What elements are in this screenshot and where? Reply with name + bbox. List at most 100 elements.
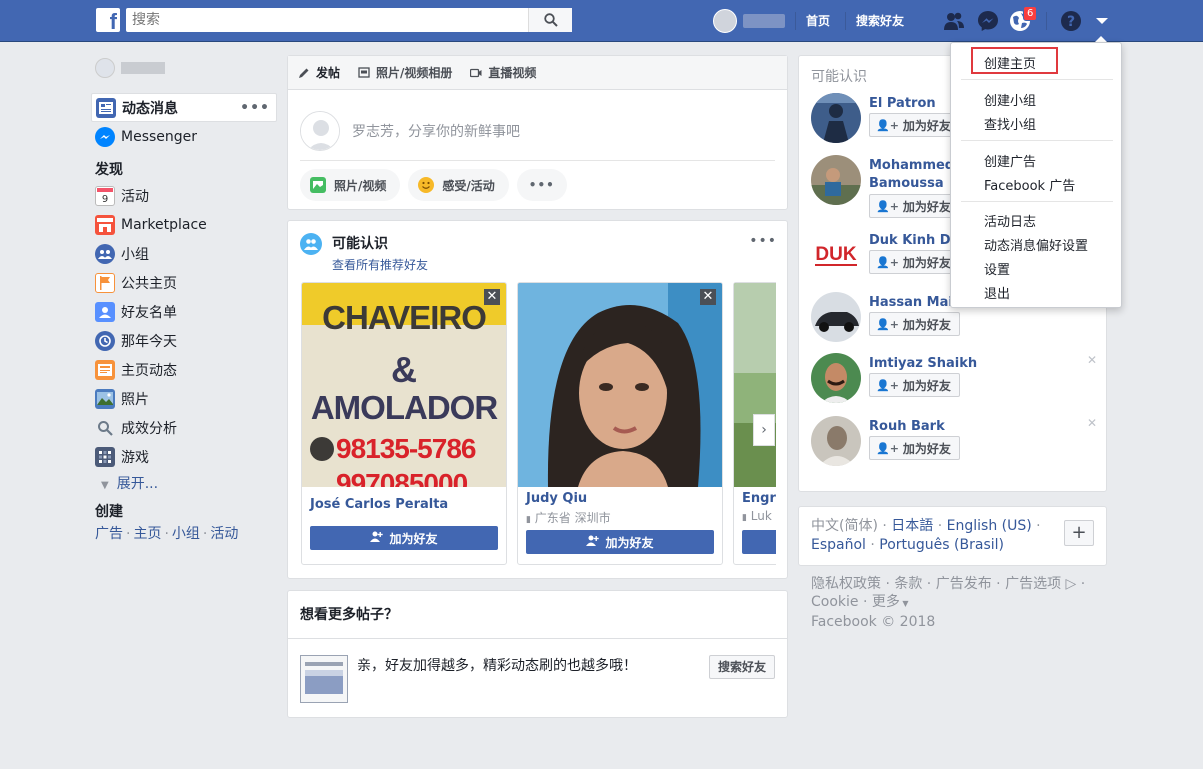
profile-photo[interactable]: CHAVEIRO & AMOLADOR 98135-5786 997085000…: [302, 283, 506, 487]
menu-item-create-ad[interactable]: 创建广告: [984, 151, 1036, 170]
footer-link[interactable]: 广告发布: [936, 576, 992, 592]
sidebar-item-pages[interactable]: 公共主页: [91, 268, 277, 297]
avatar[interactable]: [811, 292, 861, 342]
menu-item-settings[interactable]: 设置: [984, 259, 1010, 278]
ad-choices-icon[interactable]: ▷: [1061, 576, 1081, 592]
search-box: [126, 8, 572, 32]
close-icon[interactable]: ✕: [1087, 416, 1097, 430]
person-name[interactable]: Hassan Mai: [869, 294, 953, 312]
footer-link[interactable]: 更多: [872, 594, 900, 610]
facebook-logo[interactable]: f: [96, 8, 120, 32]
location-text: ▮ 广东省 深圳市: [526, 509, 611, 526]
create-group-link[interactable]: 小组: [172, 526, 200, 542]
avatar[interactable]: [811, 93, 861, 143]
add-friend-button[interactable]: 加为好友: [526, 530, 714, 554]
menu-item-log-out[interactable]: 退出: [984, 283, 1010, 302]
photo-text: 997085000: [336, 468, 468, 487]
home-link[interactable]: 首页: [806, 12, 830, 29]
sidebar-item-groups[interactable]: 小组: [91, 239, 277, 268]
sidebar-item-news-feed[interactable]: 动态消息 •••: [91, 93, 277, 122]
close-icon[interactable]: ✕: [700, 289, 716, 305]
sidebar-profile[interactable]: [91, 55, 277, 81]
sidebar-item-pages-feed[interactable]: 主页动态: [91, 355, 277, 384]
profile-photo[interactable]: [734, 283, 776, 487]
find-friends-link[interactable]: 搜索好友: [856, 12, 904, 29]
add-friend-button[interactable]: 👤+ 加为好友: [869, 373, 960, 397]
avatar[interactable]: [811, 416, 861, 466]
add-friend-button[interactable]: 👤+ 加为好友: [869, 113, 960, 137]
person-name[interactable]: José Carlos Peralta: [310, 497, 448, 512]
smiley-icon: [418, 177, 435, 193]
more-options-button[interactable]: •••: [516, 169, 567, 201]
messenger-icon[interactable]: [976, 9, 1000, 33]
footer-link[interactable]: 条款: [894, 576, 922, 592]
menu-item-find-groups[interactable]: 查找小组: [984, 114, 1036, 133]
sidebar-item-messenger[interactable]: Messenger: [91, 122, 277, 151]
sidebar-item-insights[interactable]: 成效分析: [91, 413, 277, 442]
add-friend-button[interactable]: [742, 530, 776, 554]
sidebar-item-photos[interactable]: 照片: [91, 384, 277, 413]
composer-tabs: 发帖 照片/视频相册 直播视频: [288, 56, 787, 90]
add-friend-button[interactable]: 👤+ 加为好友: [869, 436, 960, 460]
menu-item-facebook-ads[interactable]: Facebook 广告: [984, 175, 1075, 194]
add-friend-button[interactable]: 👤+ 加为好友: [869, 250, 960, 274]
language-link[interactable]: English (US): [947, 518, 1032, 534]
pages-feed-icon: [95, 359, 115, 380]
tab-post[interactable]: 发帖: [298, 64, 340, 81]
sidebar-item-friend-lists[interactable]: 好友名单: [91, 297, 277, 326]
create-page-link[interactable]: 主页: [133, 526, 161, 542]
create-ad-link[interactable]: 广告: [95, 526, 123, 542]
button-label: 加为好友: [902, 317, 951, 332]
menu-item-create-group[interactable]: 创建小组: [984, 90, 1036, 109]
photo-video-button[interactable]: 照片/视频: [300, 169, 401, 201]
person-name[interactable]: Imtiyaz Shaikh: [869, 355, 977, 373]
add-friend-button[interactable]: 加为好友: [310, 526, 498, 550]
footer-link[interactable]: 隐私权政策: [811, 576, 881, 592]
dropdown-arrow-icon[interactable]: [1090, 9, 1114, 33]
footer-link[interactable]: 广告选项: [1005, 576, 1061, 592]
tab-photo-album[interactable]: 照片/视频相册: [358, 64, 452, 81]
more-options-icon[interactable]: •••: [240, 100, 270, 116]
sidebar-item-on-this-day[interactable]: 那年今天: [91, 326, 277, 355]
close-icon[interactable]: ✕: [1087, 353, 1097, 367]
close-icon[interactable]: ✕: [484, 289, 500, 305]
add-friend-button[interactable]: 👤+ 加为好友: [869, 312, 960, 336]
friend-requests-icon[interactable]: [942, 9, 966, 33]
help-icon[interactable]: ?: [1059, 9, 1083, 33]
language-link[interactable]: Português (Brasil): [879, 537, 1004, 553]
see-all-link[interactable]: 查看所有推荐好友: [332, 256, 428, 273]
language-link[interactable]: Español: [811, 537, 866, 553]
sidebar-item-events[interactable]: 9 活动: [91, 181, 277, 210]
person-name[interactable]: Rouh Bark: [869, 418, 945, 436]
feeling-activity-button[interactable]: 感受/活动: [408, 169, 509, 201]
profile-link[interactable]: [713, 9, 785, 33]
person-name[interactable]: Judy Qiu: [526, 491, 587, 506]
avatar: [300, 111, 340, 151]
find-friends-button[interactable]: 搜索好友: [708, 655, 775, 679]
create-event-link[interactable]: 活动: [210, 526, 238, 542]
add-friend-button[interactable]: 👤+ 加为好友: [869, 194, 960, 218]
button-label: 加为好友: [605, 535, 654, 550]
person-name[interactable]: Duk Kinh Do: [869, 232, 960, 250]
search-button[interactable]: [528, 8, 572, 32]
footer-link[interactable]: Cookie: [811, 594, 859, 610]
language-link[interactable]: 日本語: [891, 518, 933, 534]
sidebar-item-marketplace[interactable]: Marketplace: [91, 210, 277, 239]
avatar[interactable]: [811, 353, 861, 403]
avatar[interactable]: DUK: [811, 230, 861, 280]
more-options-icon[interactable]: •••: [749, 233, 777, 249]
person-name[interactable]: El Patron: [869, 95, 936, 113]
composer-placeholder[interactable]: 罗志芳，分享你的新鲜事吧: [352, 121, 520, 141]
person-name[interactable]: Mohammed Bamoussa: [869, 157, 954, 193]
search-input[interactable]: [126, 8, 528, 32]
menu-item-news-feed-preferences[interactable]: 动态消息偏好设置: [984, 235, 1088, 254]
add-language-button[interactable]: +: [1064, 520, 1094, 546]
chevron-right-icon[interactable]: ›: [753, 414, 775, 446]
profile-photo[interactable]: ✕: [518, 283, 722, 487]
tab-live-video[interactable]: 直播视频: [470, 64, 536, 81]
sidebar-item-games[interactable]: 游戏: [91, 442, 277, 471]
person-name[interactable]: Engr: [742, 491, 776, 506]
avatar[interactable]: [811, 155, 861, 205]
menu-item-activity-log[interactable]: 活动日志: [984, 211, 1036, 230]
expand-link[interactable]: ▼ 展开...: [91, 471, 277, 497]
